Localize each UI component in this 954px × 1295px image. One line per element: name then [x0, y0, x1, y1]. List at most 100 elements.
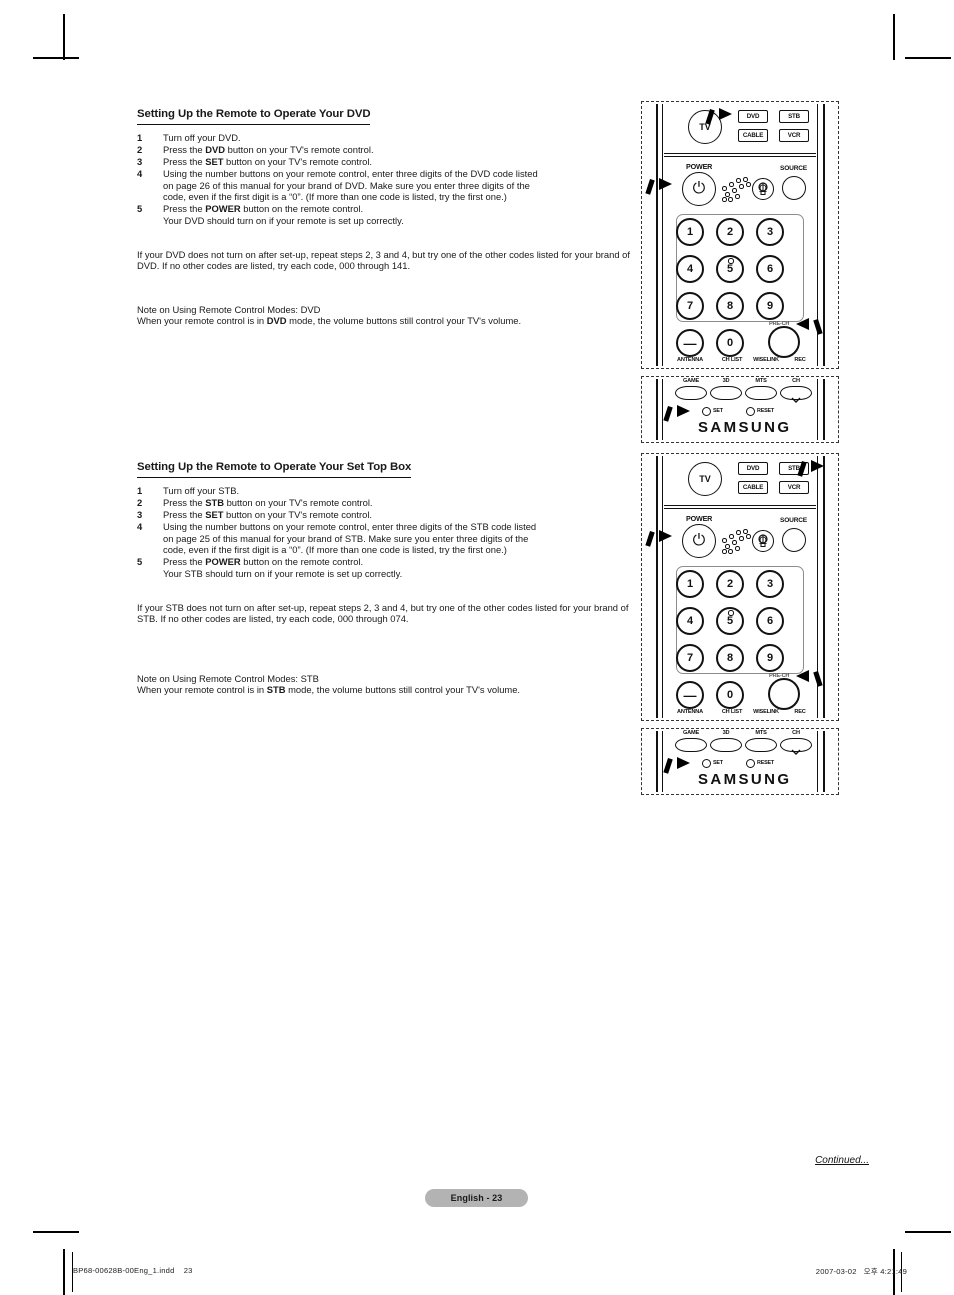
stb-remote-key-3[interactable]: 3	[756, 570, 784, 598]
stb-remote-dvd-button[interactable]: DVD	[738, 462, 768, 475]
stb-remote-chevron-down-icon	[791, 742, 801, 755]
stb-remote-lower-label-1: 3D	[722, 730, 730, 736]
stb-step-line: Press the STB button on your TV's remote…	[163, 496, 373, 508]
stb-remote-samsung-wordmark: SAMSUNG	[698, 771, 792, 788]
stb-remote-mts-button[interactable]	[745, 738, 777, 752]
stb-remote-set-button[interactable]	[702, 759, 711, 768]
dvd-remote-3d-button[interactable]	[710, 386, 742, 400]
stb-remote-lower-left-rail-inner	[662, 731, 663, 792]
stb-troubleshooting-paragraph: If your STB does not turn on after set-u…	[137, 601, 629, 625]
stb-remote-3d-button[interactable]	[710, 738, 742, 752]
stb-step-number: 3	[137, 508, 143, 520]
stb-remote-callout-arrow-mode	[797, 460, 826, 478]
dvd-remote-chevron-down-icon	[791, 390, 801, 403]
dvd-remote-key-0[interactable]: 0	[716, 329, 744, 357]
dvd-remote-lower-right-rail-inner	[817, 379, 818, 440]
stb-remote-callout-arrow-power	[645, 530, 674, 548]
dvd-remote-set-button[interactable]	[702, 407, 711, 416]
stb-step-number: 2	[137, 496, 143, 508]
stb-remote-bottom-label-3: REC	[794, 709, 806, 715]
dvd-remote-dvd-button[interactable]: DVD	[738, 110, 768, 123]
stb-step-number: 4	[137, 520, 143, 532]
dvd-remote-led-dot	[743, 177, 748, 182]
dvd-step-number: 3	[137, 155, 143, 167]
dvd-remote-power-label: POWER	[686, 162, 713, 171]
stb-step-item: 5 Press the POWER button on the remote co…	[137, 556, 632, 579]
dvd-step-line: Press the DVD button on your TV's remote…	[163, 143, 374, 155]
dvd-remote-cable-button[interactable]: CABLE	[738, 129, 768, 142]
stb-remote-antenna-button[interactable]: —	[676, 681, 704, 709]
dvd-remote-game-button[interactable]	[675, 386, 707, 400]
dvd-remote-led-dot	[735, 194, 740, 199]
stb-remote-callout-arrow-power-tail	[645, 531, 655, 547]
dvd-remote-source-button[interactable]	[782, 176, 806, 200]
dvd-remote-key-4[interactable]: 4	[676, 255, 704, 283]
stb-remote-bottom-label-0: ANTENNA	[677, 709, 703, 715]
dvd-step-line: Press the POWER button on the remote con…	[163, 203, 364, 215]
dvd-remote-reset-button[interactable]	[746, 407, 755, 416]
dvd-remote-callout-arrow-keypad	[794, 318, 823, 336]
dvd-step-line: Using the number buttons on your remote …	[163, 167, 538, 179]
stb-remote-source-button[interactable]	[782, 528, 806, 552]
dvd-remote-antenna-button[interactable]: —	[676, 329, 704, 357]
dvd-remote-key-2[interactable]: 2	[716, 218, 744, 246]
stb-remote-led-dot	[743, 529, 748, 534]
crop-mark-top-left-horizontal	[33, 57, 79, 59]
stb-remote-key-2[interactable]: 2	[716, 570, 744, 598]
dvd-remote-lightbulb-glyph	[758, 182, 768, 196]
dvd-remote-lower-left-rail	[656, 379, 658, 440]
dvd-remote-key-3[interactable]: 3	[756, 218, 784, 246]
stb-remote-led-dot	[736, 530, 741, 535]
dvd-remote-stb-button[interactable]: STB	[779, 110, 809, 123]
stb-remote-tv-button[interactable]: TV	[688, 462, 722, 496]
stb-remote-key-5-tactile-dot	[728, 610, 734, 616]
dvd-step-number: 1	[137, 132, 143, 143]
stb-remote-callout-arrow-keypad-tail	[813, 671, 823, 687]
dvd-remote-key-5-tactile-dot	[728, 258, 734, 264]
stb-remote-key-7[interactable]: 7	[676, 644, 704, 672]
stb-step-line: code, even if the first digit is a “0”. …	[163, 544, 507, 556]
stb-remote-led-dot	[722, 538, 727, 543]
stb-section: Setting Up the Remote to Operate Your Se…	[137, 457, 632, 696]
dvd-section-heading: Setting Up the Remote to Operate Your DV…	[137, 108, 371, 125]
dvd-remote-bottom-label-0: ANTENNA	[677, 357, 703, 363]
continued-label: Continued...	[815, 1155, 869, 1166]
stb-remote-upper-panel: TV DVD STB CABLE VCR POWER ⏻ Ω SOURCE 1 2 3 4 5 6 7 8 9—0…	[641, 453, 839, 721]
dvd-remote-shell-right-rail	[823, 104, 825, 366]
dvd-remote-led-dot	[736, 178, 741, 183]
dvd-remote-mts-button[interactable]	[745, 386, 777, 400]
dvd-remote-illustration: TV DVD STB CABLE VCR POWER ⏻ Ω SOURCE 1 2 3 4 5 6 7 8 9—0…	[641, 101, 839, 443]
stb-remote-key-9[interactable]: 9	[756, 644, 784, 672]
stb-remote-cable-button[interactable]: CABLE	[738, 481, 768, 494]
print-filename: BP68-00628B-00Eng_1.indd 23	[73, 1266, 193, 1275]
dvd-remote-key-7[interactable]: 7	[676, 292, 704, 320]
dvd-remote-vcr-button[interactable]: VCR	[779, 129, 809, 142]
stb-remote-lower-panel: GAME 3D MTS CH SET RESET SAMSUNG	[641, 728, 839, 795]
dvd-remote-callout-arrow-set-tail	[663, 406, 673, 422]
stb-step-item: 1 Turn off your STB.	[137, 485, 632, 497]
dvd-remote-key-8[interactable]: 8	[716, 292, 744, 320]
stb-remote-vcr-button[interactable]: VCR	[779, 481, 809, 494]
stb-remote-key-0[interactable]: 0	[716, 681, 744, 709]
dvd-remote-lower-label-3: CH	[792, 378, 800, 384]
dvd-remote-shell-left-rail	[656, 104, 658, 366]
dvd-remote-key-9[interactable]: 9	[756, 292, 784, 320]
stb-step-line: on page 25 of this manual for your brand…	[163, 532, 529, 544]
dvd-remote-lower-label-0: GAME	[683, 378, 699, 384]
stb-remote-key-1[interactable]: 1	[676, 570, 704, 598]
stb-remote-key-6[interactable]: 6	[756, 607, 784, 635]
stb-remote-led-dot	[732, 540, 737, 545]
stb-remote-bottom-label-2: WISELINK	[753, 709, 779, 715]
dvd-remote-led-indicator-dots	[720, 176, 751, 202]
dvd-step-emphasis: SET	[205, 155, 224, 167]
stb-remote-lower-left-rail	[656, 731, 658, 792]
stb-remote-key-8[interactable]: 8	[716, 644, 744, 672]
dvd-remote-led-dot	[722, 186, 727, 191]
stb-remote-reset-button[interactable]	[746, 759, 755, 768]
dvd-remote-key-6[interactable]: 6	[756, 255, 784, 283]
stb-remote-game-button[interactable]	[675, 738, 707, 752]
stb-remote-power-glyph: ⏻	[692, 532, 706, 549]
dvd-remote-key-1[interactable]: 1	[676, 218, 704, 246]
stb-remote-key-4[interactable]: 4	[676, 607, 704, 635]
stb-remote-callout-arrow-keypad-head	[796, 670, 809, 682]
